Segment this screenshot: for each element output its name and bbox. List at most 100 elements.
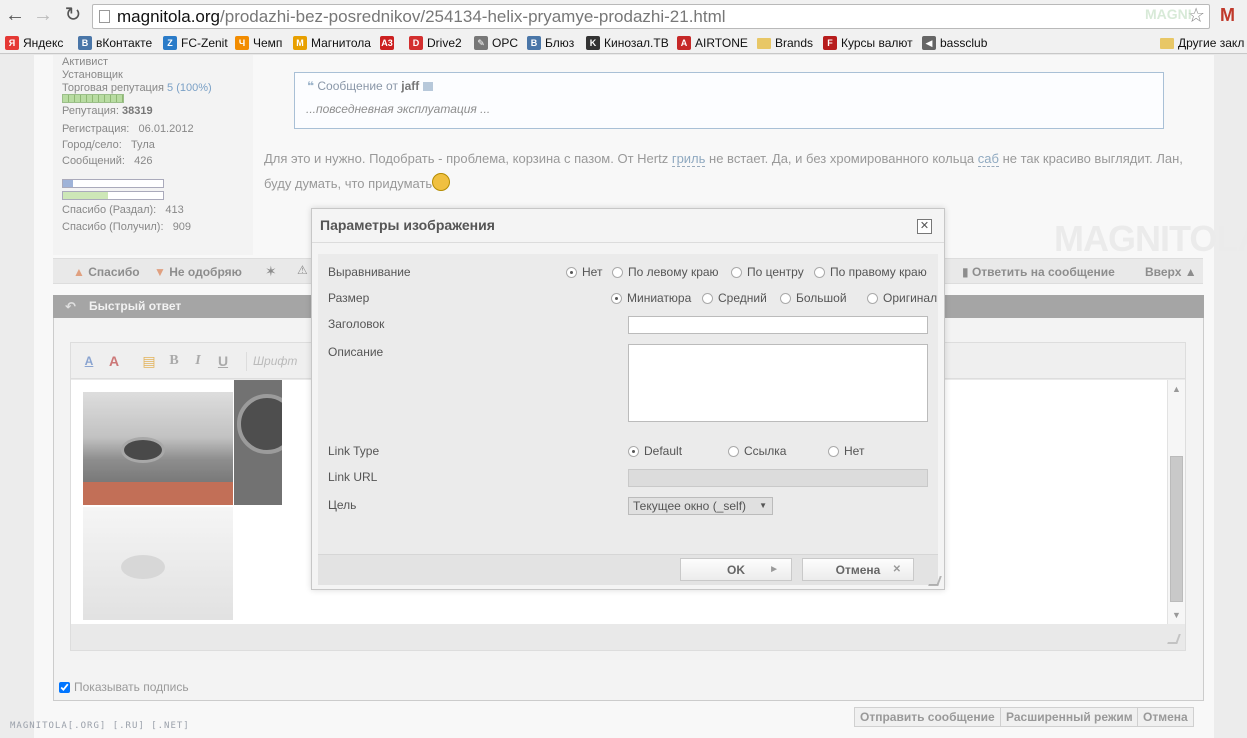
reload-icon[interactable]: ↻ [62, 4, 84, 26]
radio-button[interactable] [780, 292, 791, 304]
resize-grip-icon[interactable] [928, 576, 942, 586]
size-option-label: Оригинал [883, 291, 938, 305]
posts: Сообщений: 426 [62, 155, 152, 167]
alignment-option[interactable]: По левому краю [612, 265, 719, 279]
cancel-button[interactable]: Отмена ✕ [802, 558, 914, 581]
radio-button[interactable] [702, 292, 713, 304]
radio-button[interactable] [731, 266, 742, 278]
show-signature-checkbox[interactable] [59, 681, 70, 693]
target-label: Цель [328, 498, 357, 512]
trunk-photo-1[interactable] [83, 392, 233, 505]
advanced-mode-button[interactable]: Расширенный режим [1000, 707, 1139, 727]
currency-icon: F [823, 36, 837, 50]
post-text-part: не встает. Да, и без хромированного коль… [705, 151, 978, 166]
size-label: Размер [328, 291, 370, 305]
resize-grip-icon[interactable] [1167, 634, 1181, 644]
bookmark-item[interactable]: ВвКонтакте [78, 35, 152, 51]
radio-button[interactable] [867, 292, 878, 304]
star-rate-icon[interactable]: ✶ [265, 263, 277, 280]
keyword-link-sub[interactable]: саб [977, 151, 999, 167]
bookmark-item[interactable]: Brands [757, 35, 813, 51]
link-type-option-label: Ссылка [744, 444, 787, 458]
editor-scrollbar[interactable]: ▲ ▼ [1167, 380, 1185, 624]
description-textarea[interactable] [628, 344, 928, 422]
thanks-button[interactable]: ▲ Спасибо [73, 265, 140, 279]
bookmark-item[interactable]: Я Яндекс [5, 35, 63, 51]
warning-icon[interactable]: ⚠ [297, 263, 308, 277]
scroll-down-icon[interactable]: ▼ [1168, 610, 1185, 620]
bookmark-item[interactable]: Ч Чемп [235, 35, 282, 51]
bookmark-item[interactable]: ◀ bassclub [922, 35, 987, 51]
radio-button[interactable] [628, 445, 639, 457]
subwoofer-photo[interactable] [234, 380, 282, 505]
italic-icon[interactable]: I [188, 352, 208, 370]
radio-button[interactable] [611, 292, 622, 304]
bookmark-item[interactable]: A AIRTONE [677, 35, 748, 51]
back-arrow-icon[interactable]: ← [4, 4, 26, 26]
scroll-up-icon[interactable]: ▲ [1168, 384, 1185, 394]
size-option[interactable]: Миниатюра [611, 291, 691, 305]
font-select[interactable]: Шрифт [246, 352, 312, 371]
gmail-icon[interactable]: M [1220, 6, 1240, 24]
radio-button[interactable] [566, 266, 577, 278]
paste-icon[interactable]: ▤ [139, 352, 159, 370]
ok-button[interactable]: OK ► [680, 558, 792, 581]
bookmark-item[interactable]: A3 [380, 35, 398, 51]
target-select[interactable]: Текущее окно (_self) ▼ [628, 497, 773, 515]
link-type-option[interactable]: Ссылка [728, 444, 786, 458]
bookmark-item[interactable]: K Кинозал.ТВ [586, 35, 669, 51]
alignment-option[interactable]: По правому краю [814, 265, 927, 279]
send-message-button[interactable]: Отправить сообщение [854, 707, 1001, 727]
bookmark-item[interactable]: В Блюз [527, 35, 574, 51]
dropdown-arrow-icon: ▼ [759, 501, 767, 510]
quote-icon: ❝ [307, 79, 315, 93]
font-color-icon[interactable]: A [79, 352, 99, 370]
link-url-input[interactable] [628, 469, 928, 487]
bookmark-item[interactable]: D Drive2 [409, 35, 462, 51]
bookmark-label: Кинозал.ТВ [604, 36, 669, 50]
bookmark-item[interactable]: Другие закл [1160, 35, 1244, 51]
radio-button[interactable] [828, 445, 839, 457]
thumbs-up-icon: ▲ [73, 265, 85, 279]
bookmark-label: FC-Zenit [181, 36, 228, 50]
bookmark-item[interactable]: ✎ OPC [474, 35, 518, 51]
posts-value: 426 [134, 155, 153, 167]
size-option[interactable]: Оригинал [867, 291, 937, 305]
dislike-button[interactable]: ▼ Не одобряю [154, 265, 242, 279]
size-option[interactable]: Большой [780, 291, 847, 305]
image-properties-dialog: Параметры изображения ✕ Выравнивание Раз… [311, 208, 945, 590]
quote-text: ...повседневная эксплуатация ... [306, 102, 491, 116]
underline-icon[interactable]: U [213, 352, 233, 370]
caption-input[interactable] [628, 316, 928, 334]
city-label: Город/село: [62, 139, 122, 151]
show-signature[interactable]: Показывать подпись [59, 680, 189, 694]
bold-icon[interactable]: B [164, 352, 184, 370]
reputation-label: Репутация: [62, 105, 119, 117]
bookmark-item[interactable]: M Магнитола [293, 35, 371, 51]
reply-to-post-button[interactable]: ▮ Ответить на сообщение [962, 265, 1115, 279]
alignment-option[interactable]: Нет [566, 265, 602, 279]
keyword-link-grill[interactable]: гриль [671, 151, 706, 167]
alignment-option[interactable]: По центру [731, 265, 804, 279]
trunk-photo-2[interactable] [83, 507, 233, 620]
bookmark-item[interactable]: Z FC-Zenit [163, 35, 228, 51]
vk-icon: В [78, 36, 92, 50]
address-bar[interactable]: magnitola.org/prodazhi-bez-posrednikov/2… [92, 4, 1210, 29]
radio-button[interactable] [612, 266, 623, 278]
close-icon[interactable]: ✕ [917, 219, 932, 234]
radio-button[interactable] [814, 266, 825, 278]
radio-button[interactable] [728, 445, 739, 457]
scroll-thumb[interactable] [1170, 456, 1183, 602]
bookmark-item[interactable]: F Курсы валют [823, 35, 913, 51]
forward-arrow-icon[interactable]: → [32, 4, 54, 26]
quote-from-label: Сообщение от [317, 79, 398, 93]
back-to-top-button[interactable]: Вверх ▲ [1145, 265, 1197, 279]
size-option[interactable]: Средний [702, 291, 767, 305]
view-post-icon[interactable] [422, 82, 433, 91]
clear-format-icon[interactable]: A [104, 352, 124, 370]
link-type-option[interactable]: Нет [828, 444, 864, 458]
cancel-reply-button[interactable]: Отмена [1137, 707, 1194, 727]
link-type-option[interactable]: Default [628, 444, 682, 458]
thanks-given-value: 413 [165, 204, 184, 216]
trade-reputation-value[interactable]: 5 (100%) [167, 82, 212, 94]
